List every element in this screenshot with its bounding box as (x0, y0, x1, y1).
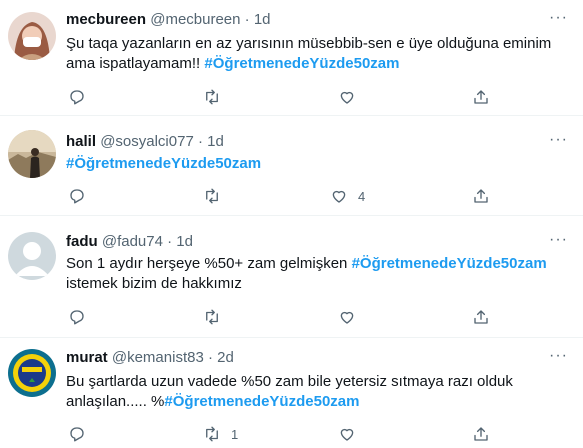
like-count: 4 (358, 188, 366, 204)
display-name[interactable]: halil (66, 133, 96, 150)
tweet-text-before: Son 1 aydır herşeye %50+ zam gelmişken (66, 255, 352, 272)
like-button[interactable] (338, 307, 366, 327)
reply-button[interactable] (68, 186, 96, 206)
more-icon[interactable]: ··· (549, 232, 567, 252)
share-button[interactable] (472, 87, 490, 107)
retweet-button[interactable]: 1 (203, 424, 238, 444)
avatar[interactable] (8, 349, 56, 397)
handle[interactable]: @fadu74 (102, 233, 163, 250)
tweet-text: Şu taqa yazanların en az yarısının müseb… (66, 34, 566, 74)
share-icon (474, 90, 488, 104)
retweet-icon (206, 89, 218, 105)
share-icon (474, 427, 488, 441)
reply-button[interactable] (68, 424, 96, 444)
share-button[interactable] (472, 424, 490, 444)
more-icon[interactable]: ··· (549, 132, 567, 152)
avatar[interactable] (8, 130, 56, 178)
share-button[interactable] (472, 307, 490, 327)
timestamp[interactable]: 1d (176, 233, 193, 250)
handle[interactable]: @mecbureen (150, 11, 240, 28)
heart-icon (340, 311, 354, 324)
like-button[interactable]: 4 (330, 186, 365, 206)
tweet[interactable]: halil @sosyalci077 · 1d ··· #Öğretmenede… (0, 116, 583, 216)
like-button[interactable] (338, 424, 366, 444)
retweet-button[interactable] (203, 186, 231, 206)
heart-icon (332, 190, 346, 203)
retweet-icon (206, 309, 218, 325)
retweet-count: 1 (231, 426, 239, 442)
tweet[interactable]: murat @kemanist83 · 2d ··· Bu şartlarda … (0, 338, 583, 448)
separator-dot: · (207, 349, 213, 366)
reply-button[interactable] (68, 87, 96, 107)
separator-dot: · (244, 11, 250, 28)
timestamp[interactable]: 1d (254, 11, 271, 28)
more-icon[interactable]: ··· (549, 348, 567, 368)
timestamp[interactable]: 1d (207, 133, 224, 150)
retweet-icon (206, 426, 218, 442)
more-icon[interactable]: ··· (549, 10, 567, 30)
separator-dot: · (167, 233, 173, 250)
tweet-text: Bu şartlarda uzun vadede %50 zam bile ye… (66, 372, 566, 412)
separator-dot: · (197, 133, 203, 150)
display-name[interactable]: mecbureen (66, 11, 146, 28)
avatar[interactable] (8, 232, 56, 280)
handle[interactable]: @sosyalci077 (100, 133, 194, 150)
reply-icon (70, 189, 84, 204)
heart-icon (340, 91, 354, 104)
retweet-icon (206, 188, 218, 204)
retweet-button[interactable] (203, 307, 231, 327)
hashtag-link[interactable]: #ÖğretmenedeYüzde50zam (164, 393, 359, 410)
tweet[interactable]: fadu @fadu74 · 1d ··· Son 1 aydır herşey… (0, 216, 583, 338)
reply-button[interactable] (68, 307, 96, 327)
timestamp[interactable]: 2d (217, 349, 234, 366)
avatar[interactable] (8, 12, 56, 60)
like-button[interactable] (338, 87, 366, 107)
hashtag-link[interactable]: #ÖğretmenedeYüzde50zam (66, 155, 261, 172)
share-icon (474, 189, 488, 203)
tweet-feed: mecbureen @mecbureen · 1d ··· Şu taqa ya… (0, 0, 583, 448)
tweet[interactable]: mecbureen @mecbureen · 1d ··· Şu taqa ya… (0, 0, 583, 116)
tweet-text-after: istemek bizim de hakkımız (66, 275, 242, 292)
reply-icon (70, 310, 84, 325)
hashtag-link[interactable]: #ÖğretmenedeYüzde50zam (352, 255, 547, 272)
tweet-text: Son 1 aydır herşeye %50+ zam gelmişken #… (66, 254, 566, 294)
reply-icon (70, 427, 84, 442)
heart-icon (340, 428, 354, 441)
retweet-button[interactable] (203, 87, 231, 107)
share-icon (474, 310, 488, 324)
handle[interactable]: @kemanist83 (112, 349, 204, 366)
display-name[interactable]: fadu (66, 233, 98, 250)
reply-icon (70, 90, 84, 105)
hashtag-link[interactable]: #ÖğretmenedeYüzde50zam (204, 55, 399, 72)
display-name[interactable]: murat (66, 349, 108, 366)
tweet-text: #ÖğretmenedeYüzde50zam (66, 154, 566, 174)
share-button[interactable] (472, 186, 490, 206)
